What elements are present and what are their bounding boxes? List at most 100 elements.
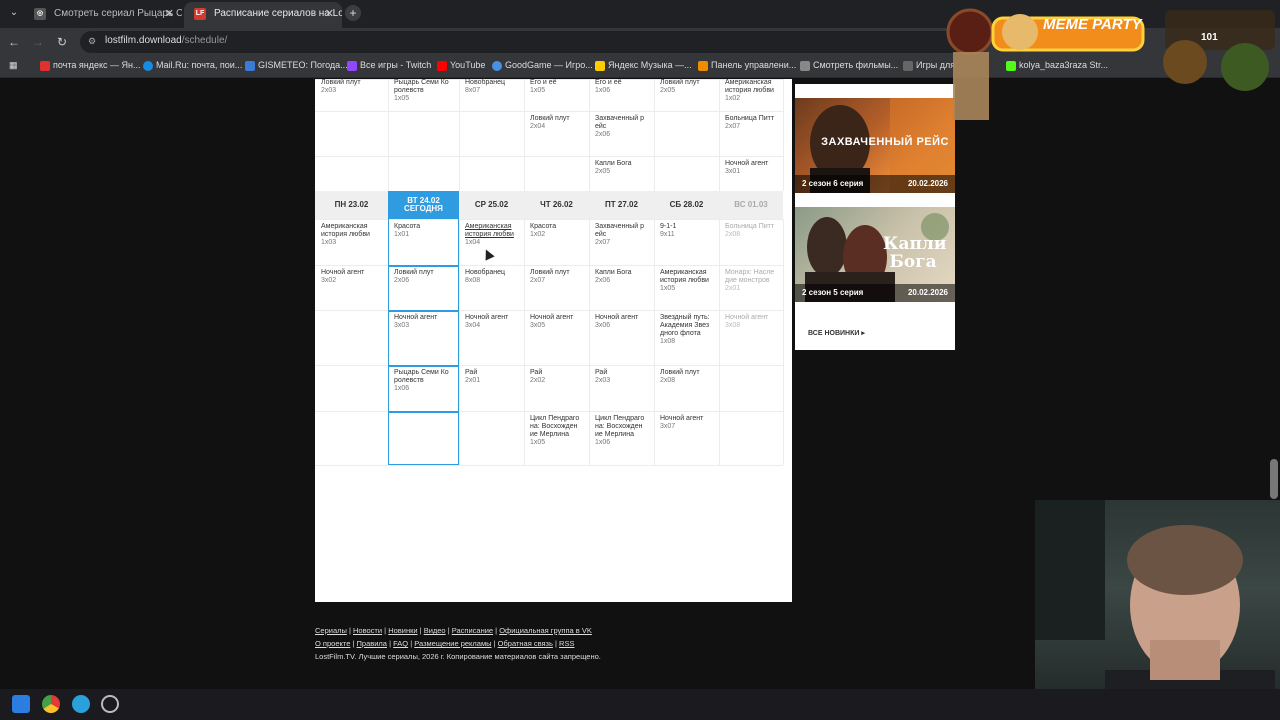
page-scrollbar[interactable] — [1270, 459, 1278, 499]
schedule-episode[interactable]: Больница Питт 2x08 — [719, 223, 783, 239]
schedule-episode[interactable]: Ловкий плут 2x07 — [524, 269, 589, 285]
schedule-episode[interactable]: Звездный путь: Академия Звез дного флота… — [654, 314, 719, 346]
schedule-episode[interactable]: Его и её 1x06 — [589, 79, 654, 95]
footer-link[interactable]: Правила — [357, 639, 387, 648]
games-icon — [903, 61, 913, 71]
schedule-episode[interactable]: 9-1-1 9x11 — [654, 223, 719, 239]
bookmark-films[interactable]: Смотреть фильмы... — [800, 60, 898, 71]
tab-search-icon[interactable]: ⌄ — [6, 5, 22, 21]
schedule-episode[interactable]: Ночной агент 3x06 — [589, 314, 654, 330]
schedule-episode[interactable]: Новобранец 8x07 — [459, 79, 524, 95]
schedule-episode[interactable]: Ловкий плут 2x03 — [315, 79, 388, 95]
obs-icon[interactable] — [101, 695, 119, 713]
streamer-image — [1035, 500, 1275, 720]
schedule-episode[interactable]: Ловкий плут 2x08 — [654, 369, 719, 385]
schedule-episode[interactable]: Американская история любви 1x05 — [654, 269, 719, 293]
schedule-episode[interactable]: Американская история любви 1x04 — [459, 223, 524, 247]
row-divider — [315, 219, 783, 220]
schedule-episode[interactable]: Захваченный р ейс 2x06 — [589, 115, 654, 139]
bookmark-yandex-mail[interactable]: почта яндекс — Ян... — [40, 60, 141, 71]
promo-caption: 2 сезон 6 серия 20.02.2026 — [795, 175, 955, 193]
schedule-episode[interactable]: Ночной агент 3x02 — [315, 269, 388, 285]
schedule-episode[interactable]: Больница Питт 2x07 — [719, 115, 783, 131]
footer-link[interactable]: Расписание — [452, 626, 493, 635]
tab-title: Смотреть сериал Рыцарь Сем — [54, 8, 182, 19]
schedule-episode[interactable]: Ловкий плут 2x04 — [524, 115, 589, 131]
episode-title: Капли Бога — [595, 269, 632, 276]
schedule-episode[interactable]: Цикл Пендраго на: Восхожден ие Мерлина 1x… — [524, 415, 589, 447]
schedule-episode[interactable]: Ночной агент 3x05 — [524, 314, 589, 330]
tab-schedule[interactable]: LF Расписание сериалов на LostF ✕ — [184, 2, 342, 28]
footer-link[interactable]: Официальная группа в VK — [499, 626, 592, 635]
schedule-episode[interactable]: Ночной агент 3x07 — [654, 415, 719, 431]
schedule-episode[interactable]: Рыцарь Семи Ко ролевств 1x05 — [388, 79, 459, 103]
footer-link[interactable]: Видео — [424, 626, 446, 635]
tab-serial-knight[interactable]: ◎ Смотреть сериал Рыцарь Сем ✕ — [24, 2, 182, 28]
schedule-episode[interactable]: Ловкий плут 2x05 — [654, 79, 719, 95]
mailru-icon — [143, 61, 153, 71]
bookmark-mailru[interactable]: Mail.Ru: почта, пои... — [143, 60, 242, 71]
new-tab-button[interactable]: + — [345, 5, 361, 21]
schedule-episode[interactable]: Красота 1x02 — [524, 223, 589, 239]
promo-caption: 2 сезон 5 серия 20.02.2026 — [795, 284, 955, 302]
footer-link[interactable]: RSS — [559, 639, 574, 648]
bookmark-gismeteo[interactable]: GISMETEO: Погода... — [245, 60, 348, 71]
reload-icon[interactable]: ↻ — [54, 34, 70, 50]
bookmark-twitch[interactable]: Все игры - Twitch — [347, 60, 431, 71]
schedule-episode[interactable]: Капли Бога 2x06 — [589, 269, 654, 285]
episode-title: Монарх: Насле дие монстров — [725, 269, 775, 284]
lostfilm-icon: LF — [194, 8, 206, 20]
telegram-icon[interactable] — [72, 695, 90, 713]
schedule-episode[interactable]: Его и её 1x05 — [524, 79, 589, 95]
promo-hijack[interactable]: ЗАХВАЧЕННЫЙ РЕЙС 2 сезон 6 серия 20.02.20… — [795, 98, 955, 193]
apps-icon[interactable]: ▦ — [9, 60, 18, 71]
schedule-episode[interactable]: Ночной агент 3x08 — [719, 314, 783, 330]
footer-link[interactable]: Обратная связь — [498, 639, 553, 648]
bookmark-youtube[interactable]: YouTube — [437, 60, 485, 71]
close-icon[interactable]: ✕ — [325, 2, 334, 26]
episode-title: Больница Питт — [725, 115, 775, 122]
bookmark-yandex-music[interactable]: Яндекс Музыка —... — [595, 60, 692, 71]
schedule-episode[interactable]: Рай 2x01 — [459, 369, 524, 385]
new-releases-sidebar: ЗАХВАЧЕННЫЙ РЕЙС 2 сезон 6 серия 20.02.20… — [795, 84, 955, 350]
footer-link[interactable]: Сериалы — [315, 626, 347, 635]
schedule-episode[interactable]: Ночной агент 3x04 — [459, 314, 524, 330]
footer-link[interactable]: Новости — [353, 626, 382, 635]
schedule-episode[interactable]: Новобранец 8x08 — [459, 269, 524, 285]
day-header: ПТ 27.02 — [589, 191, 654, 219]
back-icon[interactable]: ← — [6, 34, 22, 50]
episode-number: 3x02 — [321, 277, 337, 284]
episode-number: 2x05 — [595, 168, 611, 175]
forward-icon[interactable]: → — [30, 34, 46, 50]
site-info-icon[interactable]: ⚙ — [88, 36, 98, 48]
address-bar[interactable]: ⚙ lostfilm.download/schedule/ — [80, 31, 980, 53]
footer-link[interactable]: Новинки — [388, 626, 417, 635]
episode-number: 8x07 — [465, 87, 481, 94]
schedule-episode[interactable]: Рай 2x02 — [524, 369, 589, 385]
episode-number: 2x08 — [725, 231, 741, 238]
close-icon[interactable]: ✕ — [165, 2, 174, 26]
row-divider — [315, 411, 783, 412]
schedule-episode[interactable]: Ночной агент 3x01 — [719, 160, 783, 176]
episode-title: Капли Бога — [595, 160, 632, 167]
all-new-link[interactable]: ВСЕ НОВИНКИ ▸ — [808, 329, 865, 337]
schedule-episode[interactable]: Цикл Пендраго на: Восхожден ие Мерлина 1x… — [589, 415, 654, 447]
chrome-icon[interactable] — [42, 695, 60, 713]
footer-link[interactable]: Размещение рекламы — [414, 639, 491, 648]
schedule-episode[interactable]: Американская история любви 1x03 — [315, 223, 388, 247]
schedule-episode[interactable]: Американская история любви 1x02 — [719, 79, 783, 103]
row-divider — [315, 265, 783, 266]
schedule-episode[interactable]: Рай 2x03 — [589, 369, 654, 385]
windows-start-icon[interactable] — [12, 695, 30, 713]
day-header: СР 25.02 — [459, 191, 524, 219]
footer-link[interactable]: О проекте — [315, 639, 350, 648]
bookmark-panel[interactable]: Панель управлени... — [698, 60, 796, 71]
promo-drops-of-god[interactable]: Капли Бога 2 сезон 5 серия 20.02.2026 — [795, 207, 955, 302]
footer-link[interactable]: FAQ — [393, 639, 408, 648]
schedule-episode[interactable]: Капли Бога 2x05 — [589, 160, 654, 176]
bookmark-goodgame[interactable]: GoodGame — Игро... — [492, 60, 593, 71]
episode-title: Захваченный р ейс — [595, 223, 645, 238]
episode-number: 1x02 — [530, 231, 546, 238]
schedule-episode[interactable]: Захваченный р ейс 2x07 — [589, 223, 654, 247]
schedule-episode[interactable]: Монарх: Насле дие монстров 2x01 — [719, 269, 783, 293]
